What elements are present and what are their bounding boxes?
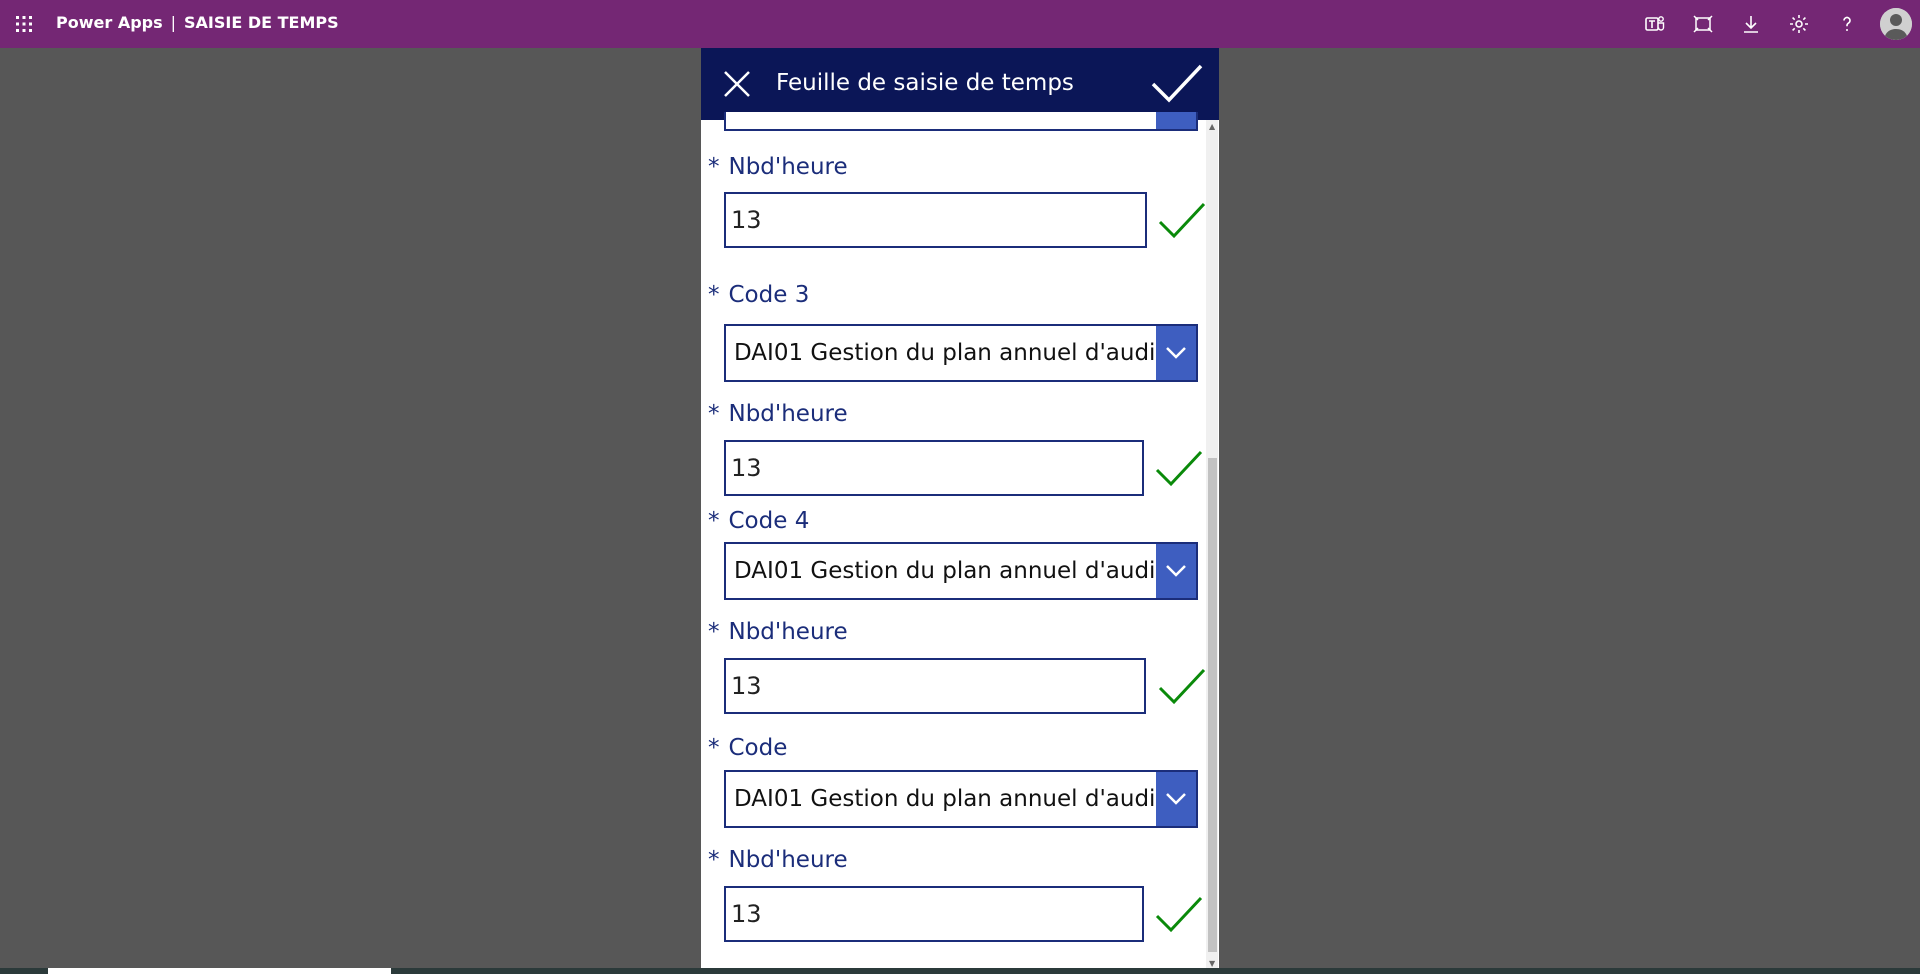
app-canvas: Feuille de saisie de temps * Nbd'heure 13… <box>701 48 1219 970</box>
brand-name: Power Apps <box>56 13 163 32</box>
scroll-up-arrow-icon[interactable]: ▲ <box>1209 122 1215 131</box>
dropdown-selected-value: DAI01 Gestion du plan annuel d'audit -D <box>734 558 1156 584</box>
download-icon[interactable] <box>1739 12 1763 36</box>
hours-input-4[interactable]: 13 <box>724 886 1144 942</box>
field-label-hours-4: * Nbd'heure <box>708 847 848 873</box>
field-label-text: Nbd'heure <box>728 847 848 873</box>
taskbar-segment <box>48 968 391 974</box>
field-label-code: * Code <box>708 735 787 761</box>
user-silhouette-icon <box>1880 8 1912 40</box>
code-2-dropdown-partial[interactable] <box>724 112 1198 131</box>
form-scrollbar[interactable]: ▲ ▼ <box>1206 120 1218 970</box>
help-icon[interactable] <box>1835 12 1859 36</box>
required-marker: * <box>708 282 720 308</box>
field-label-hours-1: * Nbd'heure <box>708 154 848 180</box>
field-label-code-3: * Code 3 <box>708 282 809 308</box>
code-3-dropdown[interactable]: DAI01 Gestion du plan annuel d'audit -D <box>724 324 1198 382</box>
settings-icon[interactable] <box>1787 12 1811 36</box>
field-label-text: Code 4 <box>728 508 810 534</box>
code-dropdown[interactable]: DAI01 Gestion du plan annuel d'audit -D <box>724 770 1198 828</box>
scrollbar-thumb[interactable] <box>1208 458 1217 952</box>
dropdown-button[interactable] <box>1156 112 1196 129</box>
valid-checkmark-icon <box>1158 202 1206 239</box>
dropdown-selected-value: DAI01 Gestion du plan annuel d'audit -D <box>734 786 1156 812</box>
close-icon[interactable] <box>719 66 755 102</box>
required-marker: * <box>708 401 720 427</box>
dropdown-button[interactable] <box>1156 544 1196 598</box>
form-title: Feuille de saisie de temps <box>776 70 1074 96</box>
required-marker: * <box>708 508 720 534</box>
required-marker: * <box>708 847 720 873</box>
field-label-text: Code <box>728 735 788 761</box>
field-label-text: Code 3 <box>728 282 810 308</box>
dropdown-button[interactable] <box>1156 326 1196 380</box>
valid-checkmark-icon <box>1158 668 1206 705</box>
hours-input-3[interactable]: 13 <box>724 658 1146 714</box>
required-marker: * <box>708 619 720 645</box>
valid-checkmark-icon <box>1155 450 1203 487</box>
required-marker: * <box>708 154 720 180</box>
form-header: Feuille de saisie de temps <box>701 48 1219 120</box>
field-label-hours-2: * Nbd'heure <box>708 401 848 427</box>
hours-input-1[interactable]: 13 <box>724 192 1147 248</box>
field-label-text: Nbd'heure <box>728 401 848 427</box>
field-label-code-4: * Code 4 <box>708 508 809 534</box>
chevron-down-icon <box>1166 793 1186 805</box>
top-bar: Power Apps | SAISIE DE TEMPS <box>0 0 1920 48</box>
field-label-hours-3: * Nbd'heure <box>708 619 848 645</box>
submit-checkmark-icon[interactable] <box>1149 60 1205 108</box>
chevron-down-icon <box>1166 347 1186 359</box>
hours-input-2[interactable]: 13 <box>724 440 1144 496</box>
dropdown-selected-value: DAI01 Gestion du plan annuel d'audit -D <box>734 340 1156 366</box>
valid-checkmark-icon <box>1155 896 1203 933</box>
app-name: SAISIE DE TEMPS <box>184 13 339 32</box>
taskbar-strip <box>0 968 1920 974</box>
teams-icon[interactable] <box>1643 12 1667 36</box>
field-label-text: Nbd'heure <box>728 619 848 645</box>
chevron-down-icon <box>1166 565 1186 577</box>
scroll-down-arrow-icon[interactable]: ▼ <box>1209 959 1215 968</box>
field-label-text: Nbd'heure <box>728 154 848 180</box>
brand-separator: | <box>170 13 177 32</box>
app-breadcrumb: Power Apps | SAISIE DE TEMPS <box>56 13 339 32</box>
dropdown-button[interactable] <box>1156 772 1196 826</box>
avatar[interactable] <box>1880 8 1912 40</box>
required-marker: * <box>708 735 720 761</box>
code-4-dropdown[interactable]: DAI01 Gestion du plan annuel d'audit -D <box>724 542 1198 600</box>
waffle-icon[interactable] <box>14 14 34 34</box>
fit-to-screen-icon[interactable] <box>1691 12 1715 36</box>
